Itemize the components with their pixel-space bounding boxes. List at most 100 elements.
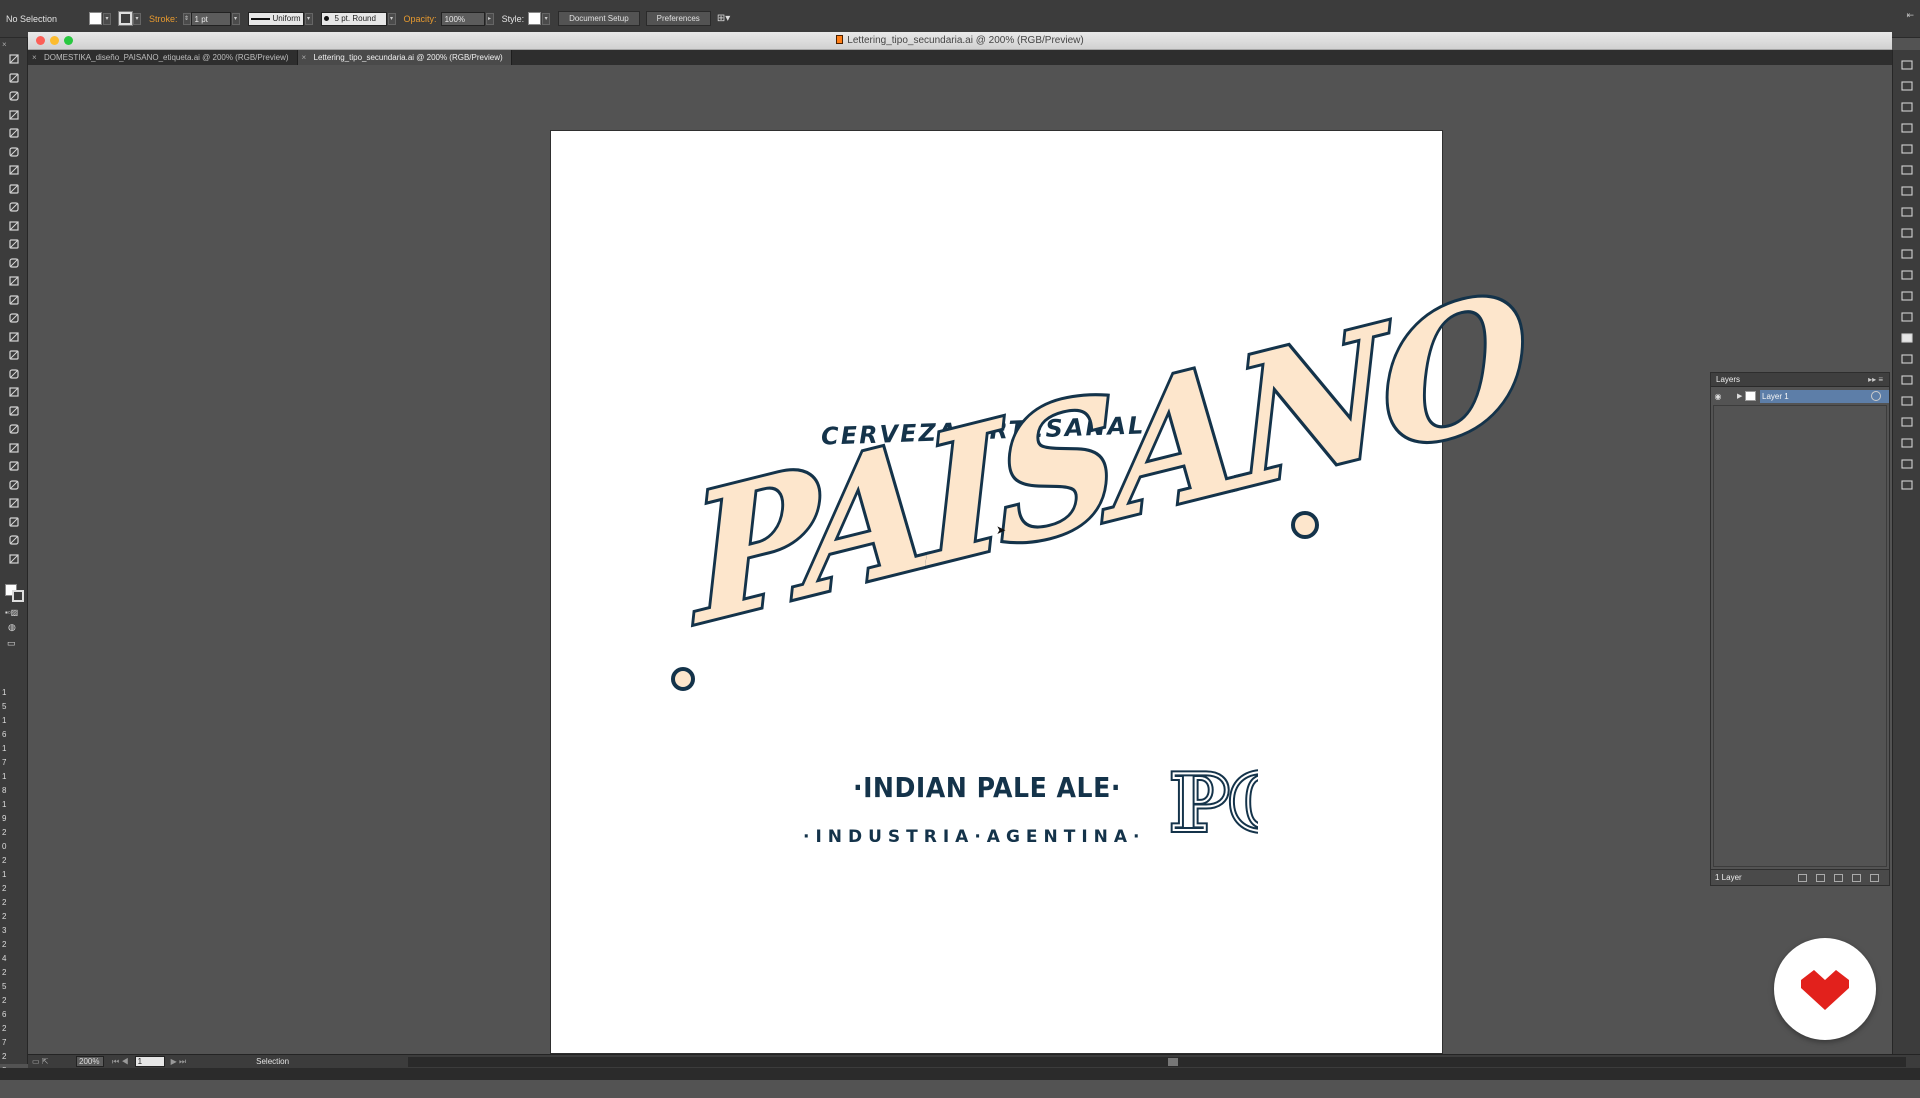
artboard-icon[interactable]: [7, 496, 21, 508]
artwork-monogram-pc[interactable]: PC PC: [1166, 756, 1258, 848]
panel-collapse-icon[interactable]: ⇤: [1906, 10, 1914, 21]
stroke-icon[interactable]: [1900, 226, 1914, 238]
mesh-icon[interactable]: [7, 385, 21, 397]
layer-name-cell[interactable]: Layer 1: [1760, 389, 1889, 403]
appearance-icon[interactable]: [1900, 205, 1914, 217]
style-swatch[interactable]: [528, 12, 542, 25]
graphic-styles-icon[interactable]: [1900, 247, 1914, 259]
stroke-profile-dropdown-icon[interactable]: ▾: [304, 12, 313, 25]
lasso-icon[interactable]: [7, 108, 21, 120]
shape-builder-icon[interactable]: [7, 348, 21, 360]
type-icon[interactable]: [7, 145, 21, 157]
make-clipping-mask-icon[interactable]: [1816, 874, 1825, 882]
arrange-documents-icon[interactable]: ⊞▾: [717, 13, 730, 24]
brush-dropdown-icon[interactable]: ▾: [387, 12, 396, 25]
magic-wand-icon[interactable]: [7, 89, 21, 101]
close-tab-icon[interactable]: ×: [302, 50, 307, 65]
symbol-sprayer-icon[interactable]: [7, 459, 21, 471]
artwork-dot-right[interactable]: [1291, 511, 1319, 539]
tab-domestika-etiqueta[interactable]: × DOMESTIKA_diseño_PAISANO_etiqueta.ai @ …: [28, 50, 298, 65]
new-sublayer-icon[interactable]: [1834, 874, 1843, 882]
opacity-label[interactable]: Opacity:: [404, 14, 437, 24]
artwork-origin-line[interactable]: ·INDUSTRIA·AGENTINA·: [803, 827, 1146, 847]
target-circle-icon[interactable]: [1871, 390, 1881, 401]
stroke-dropdown-icon[interactable]: ▾: [133, 12, 142, 25]
artwork-brand-lettering[interactable]: PAISANO: [684, 249, 1532, 667]
artboard-field[interactable]: 1: [134, 1056, 165, 1067]
rotate-icon[interactable]: [7, 274, 21, 286]
hand-icon[interactable]: [7, 533, 21, 545]
draw-mode-icon[interactable]: ◍: [8, 622, 16, 633]
eyedropper-icon[interactable]: [7, 422, 21, 434]
libraries-icon[interactable]: [1900, 58, 1914, 70]
color-guide-icon[interactable]: [1900, 79, 1914, 91]
scale-icon[interactable]: [7, 293, 21, 305]
artboards-icon[interactable]: [1900, 352, 1914, 364]
eraser-icon[interactable]: [7, 256, 21, 268]
document-setup-button[interactable]: Document Setup: [558, 11, 640, 26]
free-transform-icon[interactable]: [7, 330, 21, 342]
line-icon[interactable]: [7, 163, 21, 175]
perspective-grid-icon[interactable]: [7, 367, 21, 379]
layer-row[interactable]: ◉ ▶ Layer 1: [1711, 389, 1889, 403]
fill-swatch[interactable]: [89, 12, 103, 25]
document-info-icon[interactable]: [1900, 268, 1914, 280]
stroke-profile-select[interactable]: Uniform: [247, 11, 304, 26]
direct-selection-icon[interactable]: [7, 71, 21, 83]
new-layer-icon[interactable]: [1852, 874, 1861, 882]
panel-menu-icon[interactable]: ▸▸ ≡: [1868, 373, 1883, 387]
opacity-field[interactable]: 100%: [440, 11, 485, 26]
opentype-icon[interactable]: [1900, 163, 1914, 175]
delete-layer-icon[interactable]: [1870, 874, 1879, 882]
selection-icon[interactable]: [7, 52, 21, 64]
slice-icon[interactable]: [7, 515, 21, 527]
align-icon[interactable]: [1900, 415, 1914, 427]
style-dropdown-icon[interactable]: ▾: [542, 12, 551, 25]
pencil-icon[interactable]: [7, 219, 21, 231]
artwork-dot-left[interactable]: [671, 667, 695, 691]
gradient-panel-icon[interactable]: [1900, 478, 1914, 490]
transparency-icon[interactable]: [1900, 457, 1914, 469]
brushes-icon[interactable]: [1900, 100, 1914, 112]
collapse-tools-icon[interactable]: ×: [2, 40, 7, 49]
close-tab-icon[interactable]: ×: [32, 50, 37, 65]
horizontal-scrollbar[interactable]: [408, 1057, 1906, 1067]
artboard-nav-icons[interactable]: ⏮ ◀: [112, 1057, 129, 1067]
tool-mode-label[interactable]: Selection: [256, 1057, 289, 1066]
transform-icon[interactable]: [1900, 394, 1914, 406]
preferences-button[interactable]: Preferences: [645, 11, 711, 26]
actions-icon[interactable]: [1900, 310, 1914, 322]
tab-lettering-secundaria[interactable]: × Lettering_tipo_secundaria.ai @ 200% (RG…: [297, 50, 512, 65]
rectangle-icon[interactable]: [7, 182, 21, 194]
stroke-swatch[interactable]: [118, 11, 134, 26]
canvas-area[interactable]: CERVEZA ARTESANAL PAISANO ·INDIAN PALE A…: [30, 66, 1890, 1054]
zoom-field[interactable]: 200%: [76, 1056, 104, 1067]
color-modes-icon[interactable]: ▪▫▨: [5, 608, 18, 617]
stroke-weight-dropdown-icon[interactable]: ▾: [231, 12, 240, 25]
width-icon[interactable]: [7, 311, 21, 323]
brush-select[interactable]: 5 pt. Round: [320, 11, 387, 26]
pathfinder-icon[interactable]: [1900, 436, 1914, 448]
image-trace-icon[interactable]: [1900, 289, 1914, 301]
blend-icon[interactable]: [7, 441, 21, 453]
stroke-label[interactable]: Stroke:: [149, 14, 178, 24]
paintbrush-icon[interactable]: [7, 200, 21, 212]
swatches-icon[interactable]: [1900, 121, 1914, 133]
status-icons[interactable]: ▭ ⇱: [32, 1057, 48, 1066]
visibility-eye-icon[interactable]: ◉: [1711, 392, 1725, 401]
layers-icon[interactable]: [1900, 331, 1914, 343]
stroke-stepper-icon[interactable]: ⇕: [182, 12, 191, 25]
stroke-weight-field[interactable]: 1 pt: [190, 11, 231, 26]
screen-mode-icon[interactable]: ▭: [7, 638, 16, 649]
stroke-color-box[interactable]: [12, 590, 24, 602]
fill-dropdown-icon[interactable]: ▾: [103, 12, 112, 25]
zoom-icon[interactable]: [7, 552, 21, 564]
paragraph-icon[interactable]: [1900, 184, 1914, 196]
pen-icon[interactable]: [7, 126, 21, 138]
artboard-next-icons[interactable]: ▶ ⏭: [171, 1057, 187, 1067]
locate-object-icon[interactable]: [1798, 874, 1807, 882]
artboard[interactable]: CERVEZA ARTESANAL PAISANO ·INDIAN PALE A…: [550, 130, 1532, 1054]
column-graph-icon[interactable]: [7, 478, 21, 490]
links-icon[interactable]: [1900, 373, 1914, 385]
scrollbar-thumb[interactable]: [1168, 1058, 1178, 1066]
